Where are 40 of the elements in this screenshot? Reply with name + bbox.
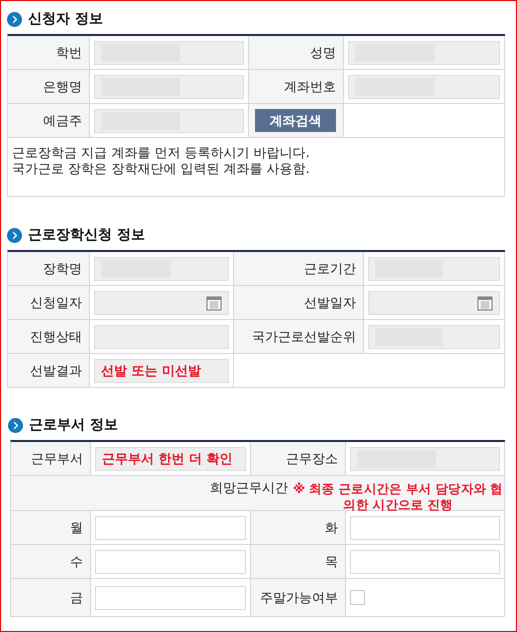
calendar-icon[interactable] xyxy=(206,294,222,310)
field-label: 예금주 xyxy=(43,112,82,130)
section-title: 신청자 정보 xyxy=(28,10,103,28)
field-label: 선발결과 xyxy=(30,362,82,380)
field-label: 월 xyxy=(70,520,83,536)
field-label: 금 xyxy=(70,590,83,606)
field-label: 수 xyxy=(70,554,83,570)
field-label: 목 xyxy=(325,554,338,570)
field-label: 국가근로선발순위 xyxy=(252,328,356,346)
field-label: 근로기간 xyxy=(304,260,356,278)
field-label: 화 xyxy=(325,520,338,536)
field-label: 진행상태 xyxy=(30,328,82,346)
notice-text: 근로장학금 지급 계좌를 먼저 등록하시기 바랍니다. 국가근로 장학은 장학재단에 입력된 계좌를 사용함. xyxy=(12,145,310,179)
chevron-icon xyxy=(8,418,23,432)
input-field[interactable] xyxy=(95,516,246,540)
field-label: 장학명 xyxy=(43,260,82,278)
chevron-icon xyxy=(7,12,22,26)
field-label: 선발일자 xyxy=(304,294,356,312)
input-field[interactable] xyxy=(350,550,500,574)
field-label: 근무장소 xyxy=(286,450,338,468)
field-label: 학번 xyxy=(56,44,82,62)
warning-note: ※ 최종 근로시간은 부서 담당자와 협의한 시간으로 진행 xyxy=(292,481,504,513)
field-label: 성명 xyxy=(310,44,336,62)
section-title: 근로장학신청 정보 xyxy=(28,226,145,244)
field-label: 은행명 xyxy=(43,78,82,96)
account-search-button[interactable]: 계좌검색 xyxy=(255,109,336,132)
chevron-icon xyxy=(7,228,22,242)
field-label: 근무부서 xyxy=(31,450,83,468)
field-label: 계좌번호 xyxy=(284,78,336,96)
field-label: 신청일자 xyxy=(30,294,82,312)
checkbox[interactable] xyxy=(350,590,365,605)
readonly-field: 근무부서 한번 더 확인 xyxy=(95,446,246,470)
input-field[interactable] xyxy=(95,550,246,574)
field-label: 희망근무시간 xyxy=(210,481,288,497)
readonly-field: 선발 또는 미선발 xyxy=(94,358,229,382)
input-field[interactable] xyxy=(95,586,246,610)
input-field[interactable] xyxy=(350,516,500,540)
field-label: 주말가능여부 xyxy=(260,590,338,606)
section-title: 근로부서 정보 xyxy=(29,416,118,434)
calendar-icon[interactable] xyxy=(477,294,493,310)
